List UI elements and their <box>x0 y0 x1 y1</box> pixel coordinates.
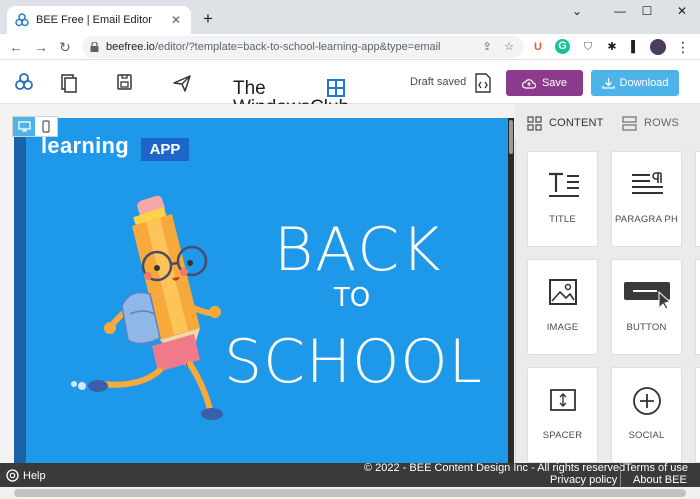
block-image[interactable]: IMAGE <box>527 259 598 355</box>
social-block-icon-wrap <box>612 386 681 418</box>
download-icon <box>601 78 615 89</box>
help-button[interactable]: Help <box>6 469 46 482</box>
watermark-logo-icon <box>327 79 345 97</box>
block-label: SOCIAL <box>628 430 665 441</box>
share-icon[interactable]: ⇪ <box>480 40 494 54</box>
url-text: beefree.io/editor/?template=back-to-scho… <box>106 41 472 53</box>
panel-tabs: CONTENT ROWS <box>515 104 700 140</box>
rows-icon <box>622 115 637 131</box>
browser-menu-icon[interactable]: ⋮ <box>675 39 691 55</box>
horizontal-scrollbar-thumb[interactable] <box>14 489 686 497</box>
learning-brand-text: learning <box>41 133 129 158</box>
spacer-icon <box>549 389 576 411</box>
window-close-button[interactable]: ✕ <box>672 4 692 18</box>
spacer-block-icon-wrap <box>528 386 597 418</box>
window-minimize-button[interactable]: — <box>610 4 630 18</box>
tab-rows[interactable]: ROWS <box>622 113 679 133</box>
extensions-puzzle-icon[interactable]: ✱ <box>604 39 620 55</box>
help-lifebuoy-icon <box>6 469 19 482</box>
block-label: PARAGRA PH <box>614 214 679 225</box>
tab-title: BEE Free | Email Editor <box>36 14 152 26</box>
profile-avatar[interactable] <box>650 39 666 55</box>
window-maximize-button[interactable]: ☐ <box>637 4 657 18</box>
bee-favicon-icon <box>15 13 29 27</box>
block-label: SPACER <box>542 430 583 441</box>
headline-school: SCHOOL <box>224 327 483 397</box>
social-plus-icon <box>632 387 661 415</box>
url-path: /editor/?template=back-to-school-learnin… <box>154 41 441 53</box>
footer-divider <box>620 463 621 487</box>
email-left-strip <box>14 118 26 463</box>
copyright-text: © 2022 - BEE Content Design Inc - All ri… <box>364 462 626 474</box>
send-test-icon[interactable] <box>172 73 192 93</box>
canvas-scrollbar-thumb[interactable] <box>509 120 513 154</box>
save-as-template-icon[interactable] <box>115 72 135 92</box>
block-label: IMAGE <box>546 322 579 333</box>
forward-button[interactable]: → <box>32 38 50 56</box>
image-block-icon-wrap <box>528 278 597 310</box>
grid-icon <box>527 115 542 131</box>
button-block-icon-wrap <box>612 278 681 310</box>
bee-logo-icon[interactable] <box>14 72 34 92</box>
grammarly-extension-icon[interactable]: G <box>555 39 570 54</box>
browser-toolbar: ← → ↻ beefree.io/editor/?template=back-t… <box>0 34 700 60</box>
title-icon <box>548 172 579 197</box>
side-panel-icon[interactable]: ▌ <box>627 39 643 55</box>
url-host: beefree.io <box>106 41 155 53</box>
terms-of-use-link[interactable]: Terms of use <box>625 462 688 474</box>
block-paragraph[interactable]: PARAGRA PH <box>611 151 682 247</box>
extension-shield-icon[interactable]: ⛉ <box>580 39 596 55</box>
title-block-icon-wrap <box>528 170 597 202</box>
pencil-mascot-illustration <box>71 195 223 420</box>
block-peek <box>695 367 700 463</box>
block-spacer[interactable]: SPACER <box>527 367 598 463</box>
block-label: BUTTON <box>626 322 667 333</box>
tab-close-icon[interactable]: ✕ <box>169 13 183 27</box>
draft-status: Draft saved <box>410 76 467 88</box>
image-icon <box>548 279 577 305</box>
block-social[interactable]: SOCIAL <box>611 367 682 463</box>
desktop-icon <box>17 121 31 132</box>
browser-tab-strip: BEE Free | Email Editor ✕ + ⌄ — ☐ ✕ <box>0 0 700 34</box>
lock-icon <box>90 42 99 52</box>
headline-to: TO <box>333 283 371 313</box>
tab-rows-label: ROWS <box>644 117 680 129</box>
address-bar[interactable]: beefree.io/editor/?template=back-to-scho… <box>82 36 524 58</box>
code-view-icon[interactable] <box>474 73 492 93</box>
button-icon <box>623 282 671 310</box>
reload-button[interactable]: ↻ <box>56 38 74 56</box>
bookmark-star-icon[interactable]: ☆ <box>502 40 516 54</box>
tab-content-label: CONTENT <box>549 117 604 129</box>
extension-u-icon[interactable]: U <box>530 39 546 55</box>
download-label: Download <box>619 77 669 89</box>
back-button[interactable]: ← <box>7 38 25 56</box>
about-bee-link[interactable]: About BEE <box>633 474 687 486</box>
browser-tab[interactable]: BEE Free | Email Editor ✕ <box>7 6 191 34</box>
save-button[interactable]: Save <box>506 70 583 96</box>
new-tab-button[interactable]: + <box>198 9 218 29</box>
block-title[interactable]: TITLE <box>527 151 598 247</box>
block-peek <box>695 259 700 355</box>
app-badge: APP <box>141 138 189 161</box>
tab-content[interactable]: CONTENT <box>527 113 604 133</box>
cloud-upload-icon <box>521 78 536 89</box>
paragraph-block-icon-wrap <box>612 170 681 202</box>
block-button[interactable]: BUTTON <box>611 259 682 355</box>
paragraph-icon <box>631 172 663 194</box>
back-to-school-headline: BACK TO SCHOOL <box>224 215 486 405</box>
headline-back: BACK <box>274 215 443 285</box>
block-peek <box>695 151 700 247</box>
canvas-scrollbar-track[interactable] <box>508 118 514 463</box>
privacy-policy-link[interactable]: Privacy policy <box>550 474 617 486</box>
download-button[interactable]: Download <box>591 70 679 96</box>
save-label: Save <box>541 77 568 89</box>
block-label: TITLE <box>549 214 576 225</box>
tab-search-icon[interactable]: ⌄ <box>567 4 587 18</box>
mobile-icon <box>42 120 50 133</box>
desktop-preview-button[interactable] <box>13 117 35 136</box>
help-label: Help <box>23 469 46 482</box>
templates-icon[interactable] <box>58 73 78 93</box>
